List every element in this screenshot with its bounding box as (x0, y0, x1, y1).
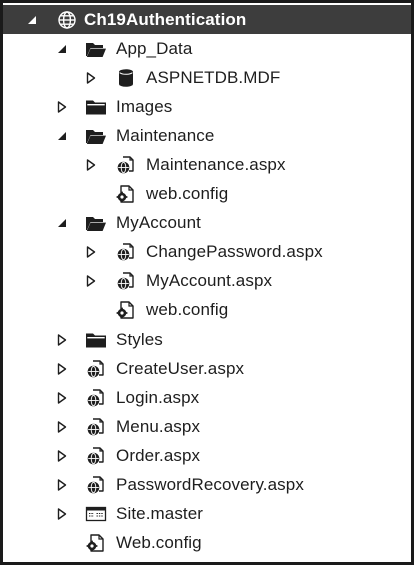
folder-icon (85, 329, 107, 351)
tree-item-aspnetdb-mdf[interactable]: ASPNETDB.MDF (3, 63, 411, 92)
web-page-icon (115, 270, 137, 292)
web-page-icon (85, 416, 107, 438)
tree-item-maintenance[interactable]: Maintenance (3, 121, 411, 150)
tree-item-passwordrecovery-aspx[interactable]: PasswordRecovery.aspx (3, 471, 411, 500)
collapsed-arrow-icon[interactable] (56, 362, 68, 375)
collapsed-arrow-icon[interactable] (56, 479, 68, 491)
web-page-icon (115, 154, 137, 176)
tree-item-label: MyAccount (116, 213, 201, 233)
tree-item-site-master[interactable]: Site.master (3, 500, 411, 529)
tree-item-label: ASPNETDB.MDF (146, 67, 281, 87)
expanded-arrow-icon[interactable] (56, 43, 68, 55)
tree-item-order-aspx[interactable]: Order.aspx (3, 441, 411, 470)
tree-item-styles[interactable]: Styles (3, 325, 411, 354)
tree-item-label: CreateUser.aspx (116, 358, 245, 378)
tree-item-label: MyAccount.aspx (146, 271, 273, 291)
collapsed-arrow-icon[interactable] (85, 72, 97, 84)
tree-item-label: Ch19Authentication (84, 9, 247, 29)
tree-item-label: App_Data (116, 38, 193, 58)
folder-open-icon (85, 212, 107, 234)
config-file-icon (115, 299, 137, 321)
tree-item-label: PasswordRecovery.aspx (116, 475, 304, 495)
collapsed-arrow-icon[interactable] (56, 450, 68, 462)
database-icon (115, 67, 137, 89)
web-page-icon (85, 358, 107, 380)
config-file-icon (85, 532, 107, 554)
tree-item-myaccount-aspx[interactable]: MyAccount.aspx (3, 267, 411, 296)
solution-tree: Ch19Authentication App_Data ASPNETDB.MDF… (3, 5, 411, 558)
tree-item-maintenance-web-config[interactable]: web.config (3, 180, 411, 209)
web-page-icon (115, 241, 137, 263)
tree-item-label: Login.aspx (116, 387, 200, 407)
collapsed-arrow-icon[interactable] (85, 275, 97, 288)
collapsed-arrow-icon[interactable] (56, 392, 68, 404)
collapsed-arrow-icon[interactable] (85, 159, 97, 171)
tree-item-myaccount[interactable]: MyAccount (3, 209, 411, 238)
tree-item-label: Styles (116, 329, 163, 349)
web-page-icon (85, 387, 107, 409)
tree-item-myaccount-web-config[interactable]: web.config (3, 296, 411, 325)
solution-explorer-panel: Ch19Authentication App_Data ASPNETDB.MDF… (0, 0, 414, 565)
tree-item-label: Maintenance.aspx (146, 155, 286, 175)
tree-item-app-data[interactable]: App_Data (3, 34, 411, 63)
folder-open-icon (85, 38, 107, 60)
collapsed-arrow-icon[interactable] (56, 333, 68, 346)
tree-item-label: Menu.aspx (116, 416, 201, 436)
expanded-arrow-icon[interactable] (56, 130, 68, 142)
tree-item-label: web.config (146, 184, 229, 204)
tree-item-label: Web.config (116, 533, 202, 553)
tree-item-maintenance-aspx[interactable]: Maintenance.aspx (3, 150, 411, 179)
collapsed-arrow-icon[interactable] (56, 101, 68, 113)
tree-item-label: Site.master (116, 504, 204, 524)
tree-item-label: web.config (146, 300, 229, 320)
folder-open-icon (85, 125, 107, 147)
globe-icon (56, 9, 78, 31)
tree-item-label: Order.aspx (116, 445, 201, 465)
web-page-icon (85, 474, 107, 496)
collapsed-arrow-icon[interactable] (56, 421, 68, 433)
tree-item-menu-aspx[interactable]: Menu.aspx (3, 412, 411, 441)
tree-item-createuser-aspx[interactable]: CreateUser.aspx (3, 354, 411, 383)
tree-item-web-config[interactable]: Web.config (3, 529, 411, 558)
tree-item-login-aspx[interactable]: Login.aspx (3, 383, 411, 412)
tree-item-project-root[interactable]: Ch19Authentication (3, 5, 411, 35)
expanded-arrow-icon[interactable] (56, 217, 68, 229)
tree-item-label: Maintenance (116, 125, 215, 145)
config-file-icon (115, 183, 137, 205)
tree-item-images[interactable]: Images (3, 92, 411, 121)
tree-item-changepassword-aspx[interactable]: ChangePassword.aspx (3, 238, 411, 267)
collapsed-arrow-icon[interactable] (85, 246, 97, 258)
tree-item-label: ChangePassword.aspx (146, 242, 323, 262)
tree-item-label: Images (116, 96, 173, 116)
master-page-icon (85, 503, 107, 525)
web-page-icon (85, 445, 107, 467)
folder-icon (85, 96, 107, 118)
expanded-arrow-icon[interactable] (26, 14, 38, 26)
collapsed-arrow-icon[interactable] (56, 508, 68, 520)
